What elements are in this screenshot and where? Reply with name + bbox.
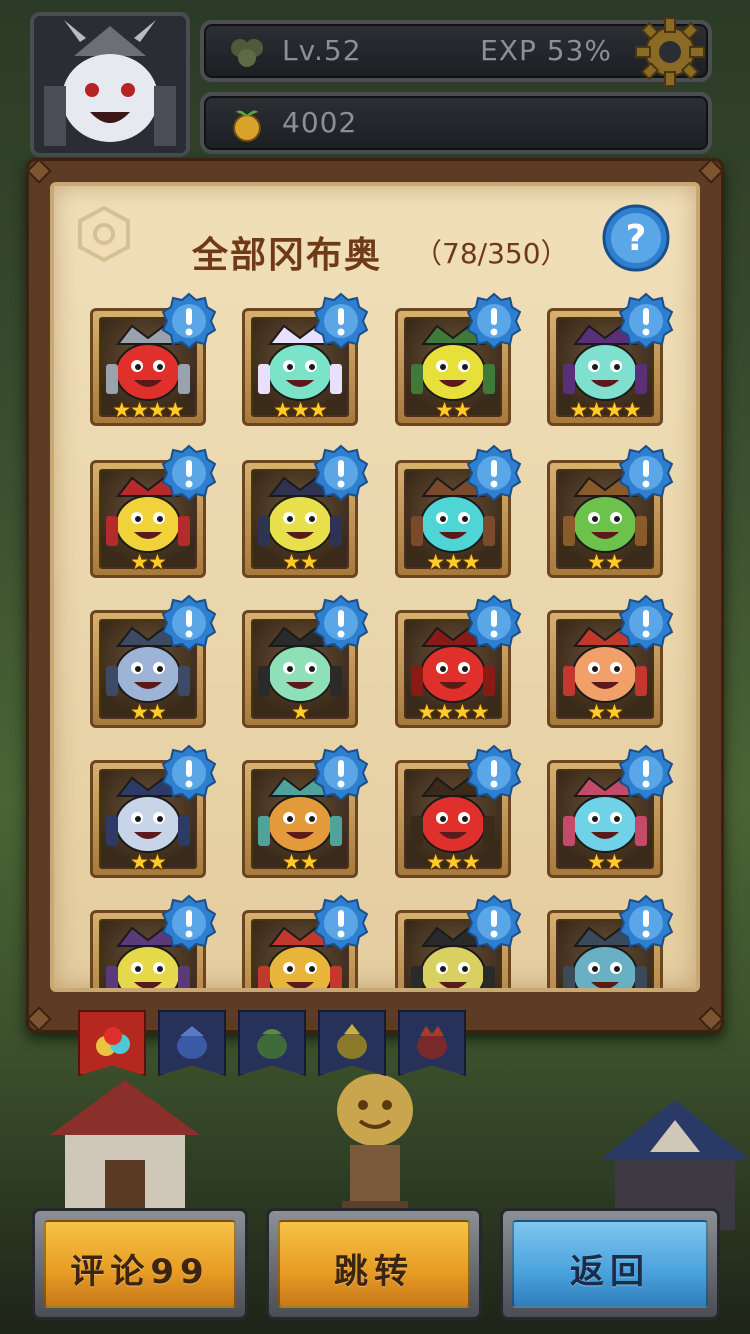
gold-bar: 4002	[200, 92, 712, 154]
monster-card[interactable]	[395, 894, 522, 988]
tab-holy-icon	[337, 1024, 367, 1059]
tab-nature[interactable]	[238, 1010, 306, 1076]
info-badge-icon[interactable]	[160, 444, 218, 502]
back-button[interactable]: 返回	[500, 1208, 720, 1320]
monster-card[interactable]: ★★★★	[395, 594, 522, 728]
info-badge-icon[interactable]	[465, 894, 523, 952]
star-rating: ★★★★	[112, 398, 184, 422]
gold-text: 4002	[282, 106, 358, 139]
monster-card[interactable]: ★★★	[395, 444, 522, 578]
jump-button[interactable]: 跳转	[266, 1208, 482, 1320]
star-rating: ★	[291, 700, 310, 724]
tab-holy[interactable]	[318, 1010, 386, 1076]
info-badge-icon[interactable]	[160, 744, 218, 802]
svg-text:?: ?	[626, 218, 647, 259]
info-badge-icon[interactable]	[617, 594, 675, 652]
jump-button-label: 跳转	[334, 1252, 414, 1292]
player-avatar[interactable]	[30, 12, 190, 157]
tab-fire[interactable]	[398, 1010, 466, 1076]
monster-card[interactable]: ★★	[547, 444, 674, 578]
star-rating: ★★★★	[417, 700, 489, 724]
emblem-icon	[78, 205, 130, 263]
level-text: Lv.52	[282, 34, 362, 67]
star-rating: ★★	[282, 850, 319, 874]
avatar-portrait-icon	[34, 16, 186, 153]
gold-fruit-icon	[233, 110, 261, 142]
monster-card[interactable]: ★★	[90, 444, 217, 578]
tab-fire-icon	[417, 1026, 447, 1059]
info-badge-icon[interactable]	[617, 894, 675, 952]
info-badge-icon[interactable]	[312, 292, 370, 350]
monster-card[interactable]: ★★	[90, 594, 217, 728]
monster-card[interactable]: ★★★	[242, 292, 369, 426]
monster-card[interactable]	[90, 894, 217, 988]
star-rating: ★★	[587, 550, 624, 574]
info-badge-icon[interactable]	[312, 444, 370, 502]
star-rating: ★★★	[426, 550, 480, 574]
info-badge-icon[interactable]	[160, 292, 218, 350]
monster-card[interactable]: ★★★	[395, 744, 522, 878]
comment-button[interactable]: 评论99	[32, 1208, 248, 1320]
star-rating: ★★	[130, 700, 167, 724]
star-rating: ★★★	[426, 850, 480, 874]
info-badge-icon[interactable]	[617, 444, 675, 502]
clover-icon	[231, 39, 263, 67]
help-question-icon[interactable]: ?	[600, 202, 672, 274]
monster-card[interactable]: ★★★★	[90, 292, 217, 426]
tab-all-icon	[96, 1027, 130, 1056]
monster-card[interactable]	[242, 894, 369, 988]
settings-gear-icon[interactable]	[632, 14, 708, 90]
monster-card[interactable]: ★★	[547, 744, 674, 878]
exp-text: EXP 53%	[480, 34, 612, 67]
statue-decoration	[337, 1074, 413, 1215]
info-badge-icon[interactable]	[465, 744, 523, 802]
star-rating: ★★	[435, 398, 472, 422]
star-rating: ★★	[130, 550, 167, 574]
monster-card[interactable]: ★★	[242, 744, 369, 878]
back-button-label: 返回	[570, 1252, 650, 1292]
info-badge-icon[interactable]	[465, 594, 523, 652]
info-badge-icon[interactable]	[312, 744, 370, 802]
star-rating: ★★	[587, 700, 624, 724]
info-badge-icon[interactable]	[617, 744, 675, 802]
star-rating: ★★★★	[569, 398, 641, 422]
panel-title: 全部冈布奥	[192, 235, 383, 276]
star-rating: ★★	[130, 850, 167, 874]
monster-card[interactable]: ★★	[547, 594, 674, 728]
monster-card[interactable]: ★★	[90, 744, 217, 878]
monster-card[interactable]: ★★	[242, 444, 369, 578]
tab-ice[interactable]	[158, 1010, 226, 1076]
info-badge-icon[interactable]	[312, 894, 370, 952]
monster-grid: ★★★★ ★★★ ★★ ★★★★ ★★ ★★ ★★★ ★★ ★★ ★ ★★★★ ★★ ★★ ★★ ★★★ ★★	[56, 290, 696, 988]
tab-ice-icon	[177, 1026, 207, 1059]
info-badge-icon[interactable]	[160, 894, 218, 952]
star-rating: ★★★	[273, 398, 327, 422]
tab-nature-icon	[257, 1029, 287, 1059]
monster-card[interactable]	[547, 894, 674, 988]
monster-card[interactable]: ★★★★	[547, 292, 674, 426]
monster-card[interactable]: ★★	[395, 292, 522, 426]
star-rating: ★★	[587, 850, 624, 874]
info-badge-icon[interactable]	[465, 444, 523, 502]
tab-all[interactable]	[78, 1010, 146, 1076]
info-badge-icon[interactable]	[465, 292, 523, 350]
info-badge-icon[interactable]	[160, 594, 218, 652]
star-rating: ★★	[282, 550, 319, 574]
info-badge-icon[interactable]	[312, 594, 370, 652]
info-badge-icon[interactable]	[617, 292, 675, 350]
collection-count: （78/350）	[414, 237, 569, 270]
comment-button-label: 评论99	[70, 1252, 210, 1292]
monster-card[interactable]: ★	[242, 594, 369, 728]
house-left-decoration	[50, 1080, 200, 1215]
